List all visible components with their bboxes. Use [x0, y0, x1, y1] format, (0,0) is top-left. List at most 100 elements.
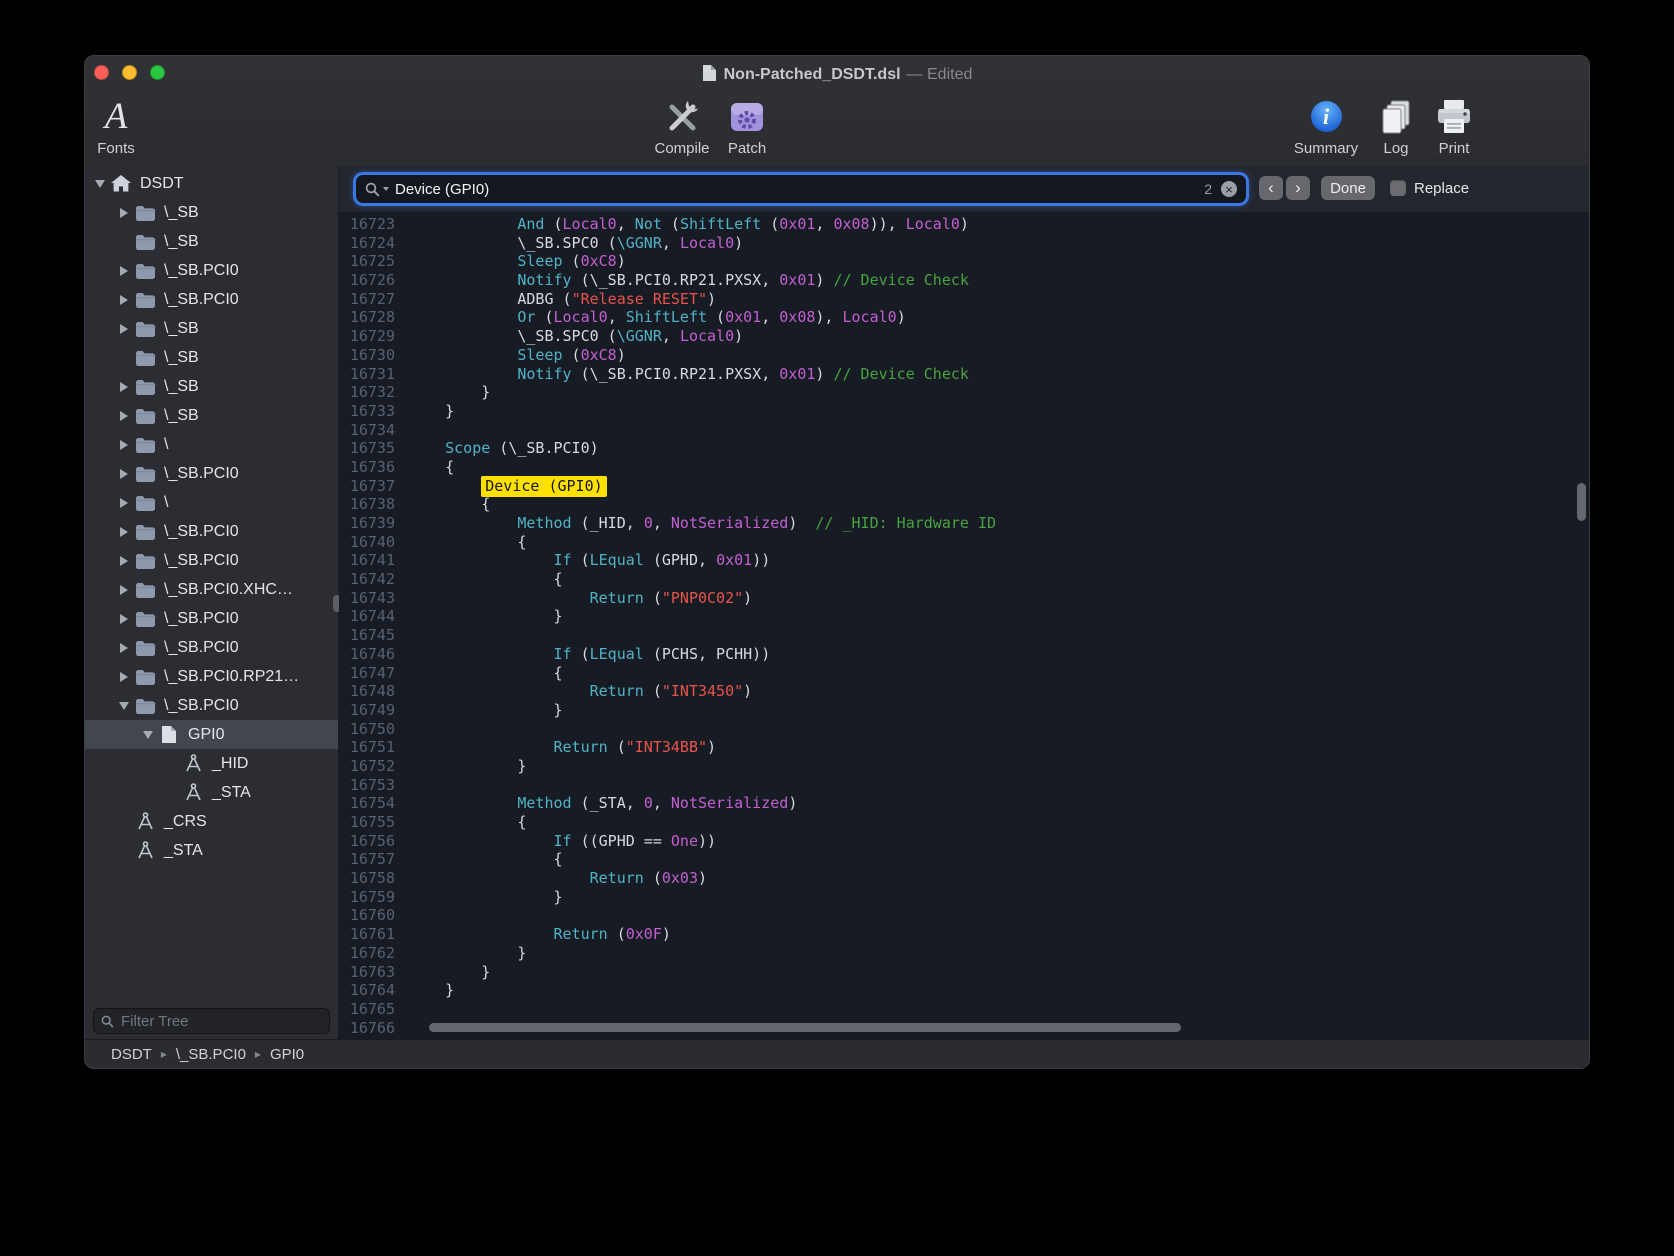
- code-token: [409, 346, 517, 364]
- disclosure-triangle-icon[interactable]: [114, 517, 134, 546]
- disclosure-triangle-icon[interactable]: [114, 372, 134, 401]
- tree-item-sbpci0rp21[interactable]: \_SB.PCI0.RP21…: [85, 662, 338, 691]
- disclosure-triangle-icon[interactable]: [114, 575, 134, 604]
- disclosure-triangle-icon[interactable]: [114, 285, 134, 314]
- tree-item-[interactable]: \: [85, 430, 338, 459]
- tree-item-sbpci0[interactable]: \_SB.PCI0: [85, 633, 338, 662]
- code-line: 16737 Device (GPI0): [339, 477, 1589, 496]
- code-token: [409, 252, 517, 270]
- code-editor[interactable]: 16723 And (Local0, Not (ShiftLeft (0x01,…: [339, 212, 1589, 1039]
- filter-tree-field[interactable]: [93, 1008, 330, 1034]
- code-token: (: [761, 215, 779, 233]
- code-token: 0x01: [779, 271, 815, 289]
- code-token: 0: [644, 794, 653, 812]
- tree-item-sbpci0[interactable]: \_SB.PCI0: [85, 256, 338, 285]
- tree-item-sbpci0[interactable]: \_SB.PCI0: [85, 285, 338, 314]
- code-line: 16764 }: [339, 981, 1589, 1000]
- code-token: ): [617, 252, 626, 270]
- disclosure-triangle-icon[interactable]: [114, 546, 134, 575]
- code-line: 16736 {: [339, 458, 1589, 477]
- line-number: 16738: [339, 495, 409, 514]
- code-token: ): [897, 308, 906, 326]
- tree-item-sbpci0[interactable]: \_SB.PCI0: [85, 691, 338, 720]
- code-token: Return: [590, 869, 644, 887]
- search-scope-icon[interactable]: [365, 182, 389, 197]
- tree-item-gpi0[interactable]: GPI0: [85, 720, 338, 749]
- code-token: (: [644, 869, 662, 887]
- vertical-scrollbar[interactable]: [1577, 483, 1586, 521]
- patch-button[interactable]: Patch: [711, 93, 783, 157]
- tree-item-label: GPI0: [188, 726, 224, 744]
- home-icon: [110, 174, 132, 194]
- tree-item-sta[interactable]: _STA: [85, 778, 338, 807]
- code-line: 16729 \_SB.SPC0 (\GGNR, Local0): [339, 327, 1589, 346]
- line-number: 16760: [339, 906, 409, 925]
- line-number: 16766: [339, 1019, 409, 1038]
- tree-item-sb[interactable]: \_SB: [85, 227, 338, 256]
- line-number: 16724: [339, 234, 409, 253]
- disclosure-triangle-icon[interactable]: [114, 691, 134, 720]
- tree-item-sb[interactable]: \_SB: [85, 401, 338, 430]
- horizontal-scrollbar[interactable]: [429, 1023, 1181, 1032]
- code-line: 16750: [339, 720, 1589, 739]
- tree-item-sb[interactable]: \_SB: [85, 372, 338, 401]
- code-token: \GGNR: [617, 327, 662, 345]
- code-line: 16727 ADBG ("Release RESET"): [339, 290, 1589, 309]
- fonts-label: Fonts: [85, 140, 147, 157]
- code-line: 16730 Sleep (0xC8): [339, 346, 1589, 365]
- filter-tree-input[interactable]: [119, 1012, 322, 1031]
- tree-item-[interactable]: \: [85, 488, 338, 517]
- line-number: 16733: [339, 402, 409, 421]
- tree-item-sbpci0[interactable]: \_SB.PCI0: [85, 604, 338, 633]
- disclosure-triangle-icon[interactable]: [114, 256, 134, 285]
- find-previous-button[interactable]: ‹: [1259, 176, 1283, 200]
- disclosure-triangle-icon[interactable]: [114, 604, 134, 633]
- tree-item-label: \: [164, 436, 168, 454]
- clear-search-icon[interactable]: ×: [1221, 181, 1237, 197]
- line-number: 16742: [339, 570, 409, 589]
- tree-item-sbpci0xhc[interactable]: \_SB.PCI0.XHC…: [85, 575, 338, 604]
- tree-item-hid[interactable]: _HID: [85, 749, 338, 778]
- tree-item-sta[interactable]: _STA: [85, 836, 338, 865]
- disclosure-triangle-icon[interactable]: [114, 662, 134, 691]
- tree-item-sb[interactable]: \_SB: [85, 314, 338, 343]
- tree-item-label: \_SB.PCI0.XHC…: [164, 581, 293, 599]
- fonts-button[interactable]: A Fonts: [85, 93, 147, 157]
- folder-icon: [134, 493, 156, 513]
- breadcrumb-item[interactable]: \_SB.PCI0: [176, 1046, 246, 1063]
- breadcrumb-item[interactable]: GPI0: [270, 1046, 304, 1063]
- print-button[interactable]: Print: [1418, 93, 1490, 157]
- disclosure-placeholder: [114, 343, 134, 372]
- code-token: [409, 832, 554, 850]
- code-token: 0xC8: [581, 252, 617, 270]
- done-button[interactable]: Done: [1321, 176, 1375, 200]
- code-token: 0x01: [716, 551, 752, 569]
- disclosure-triangle-icon[interactable]: [114, 430, 134, 459]
- tree-item-crs[interactable]: _CRS: [85, 807, 338, 836]
- tree-item-label: \_SB.PCI0: [164, 610, 239, 628]
- find-input[interactable]: Device (GPI0) 2 ×: [356, 175, 1246, 203]
- tree-item-sb[interactable]: \_SB: [85, 198, 338, 227]
- tree-item-sbpci0[interactable]: \_SB.PCI0: [85, 459, 338, 488]
- tree-item-sbpci0[interactable]: \_SB.PCI0: [85, 517, 338, 546]
- disclosure-triangle-icon[interactable]: [114, 459, 134, 488]
- code-token: }: [409, 944, 526, 962]
- disclosure-triangle-icon[interactable]: [114, 198, 134, 227]
- summary-button[interactable]: i Summary: [1290, 93, 1362, 157]
- tree-item-sb[interactable]: \_SB: [85, 343, 338, 372]
- disclosure-triangle-icon[interactable]: [114, 633, 134, 662]
- disclosure-triangle-icon[interactable]: [114, 314, 134, 343]
- disclosure-triangle-icon[interactable]: [114, 488, 134, 517]
- tree-item-label: _STA: [164, 842, 203, 860]
- code-line: 16744 }: [339, 607, 1589, 626]
- find-next-button[interactable]: ›: [1286, 176, 1310, 200]
- disclosure-triangle-icon[interactable]: [114, 401, 134, 430]
- breadcrumb-item[interactable]: DSDT: [111, 1046, 152, 1063]
- disclosure-triangle-icon[interactable]: [138, 720, 158, 749]
- tree-item-dsdt[interactable]: DSDT: [85, 169, 338, 198]
- compile-button[interactable]: Compile: [646, 93, 718, 157]
- tree-item-sbpci0[interactable]: \_SB.PCI0: [85, 546, 338, 575]
- replace-checkbox[interactable]: [1390, 180, 1406, 196]
- line-number: 16753: [339, 776, 409, 795]
- disclosure-triangle-icon[interactable]: [90, 169, 110, 198]
